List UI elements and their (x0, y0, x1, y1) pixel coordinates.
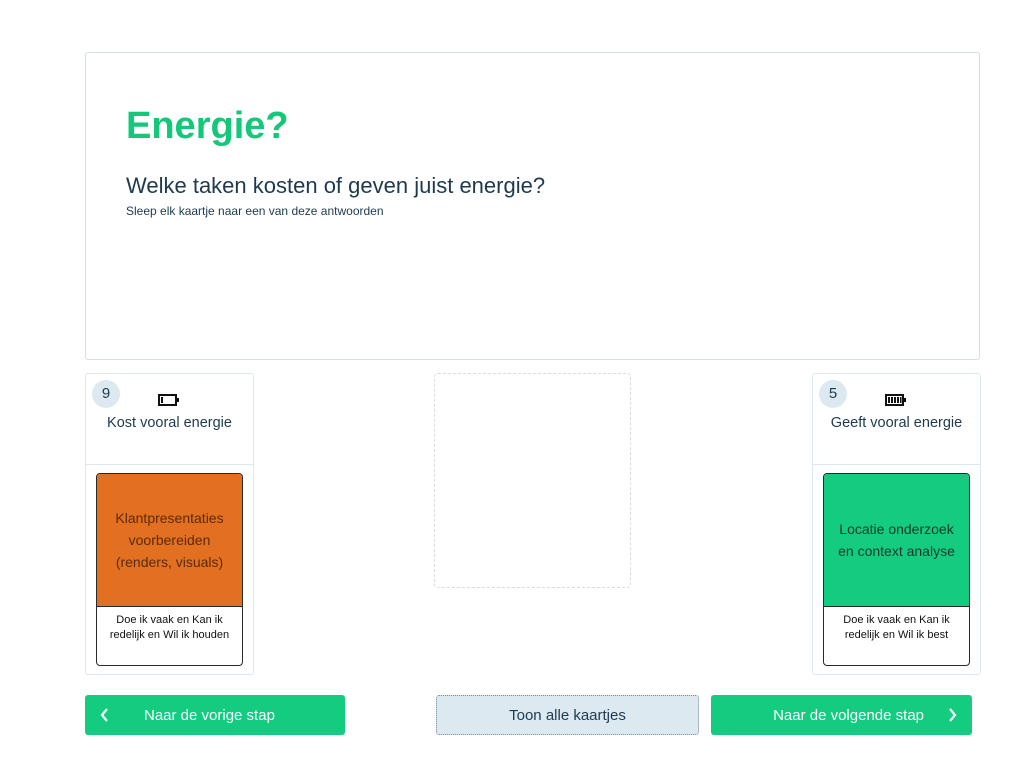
next-step-label: Naar de volgende stap (773, 706, 924, 724)
card-count-badge: 5 (819, 380, 847, 408)
show-all-cards-label: Toon alle kaartjes (509, 706, 626, 724)
question-text: Welke taken kosten of geven juist energi… (126, 173, 546, 198)
column-gives-energy[interactable]: 5 Geeft vooral energie Locatie onderzoek… (812, 373, 981, 675)
intro-panel: Energie? Welke taken kosten of geven jui… (85, 52, 980, 360)
previous-step-button[interactable]: Naar de vorige stap (85, 695, 345, 735)
column-label: Kost vooral energie (107, 415, 232, 431)
card-title: Locatie onderzoek en context analyse (824, 474, 969, 606)
column-costs-energy[interactable]: 9 Kost vooral energie Klantpresentaties … (85, 373, 254, 675)
card-count-badge: 9 (92, 380, 120, 408)
previous-step-label: Naar de vorige stap (144, 706, 275, 724)
next-step-button[interactable]: Naar de volgende stap (711, 695, 972, 735)
page-title: Energie? (126, 105, 289, 147)
instruction-text: Sleep elk kaartje naar een van deze antw… (126, 204, 384, 218)
card-note: Doe ik vaak en Kan ik redelijk en Wil ik… (824, 606, 969, 665)
task-card[interactable]: Klantpresentaties voorbereiden (renders,… (96, 473, 243, 666)
card-title: Klantpresentaties voorbereiden (renders,… (97, 474, 242, 606)
show-all-cards-button[interactable]: Toon alle kaartjes (436, 695, 699, 735)
chevron-right-icon (948, 707, 958, 727)
column-header: 9 Kost vooral energie (86, 374, 253, 465)
card-drop-zone[interactable] (434, 373, 631, 588)
card-note: Doe ik vaak en Kan ik redelijk en Wil ik… (97, 606, 242, 665)
battery-low-icon (158, 393, 180, 411)
column-label: Geeft vooral energie (830, 415, 963, 431)
battery-full-icon (885, 393, 907, 411)
task-card[interactable]: Locatie onderzoek en context analyse Doe… (823, 473, 970, 666)
chevron-left-icon (99, 707, 109, 727)
column-header: 5 Geeft vooral energie (813, 374, 980, 465)
